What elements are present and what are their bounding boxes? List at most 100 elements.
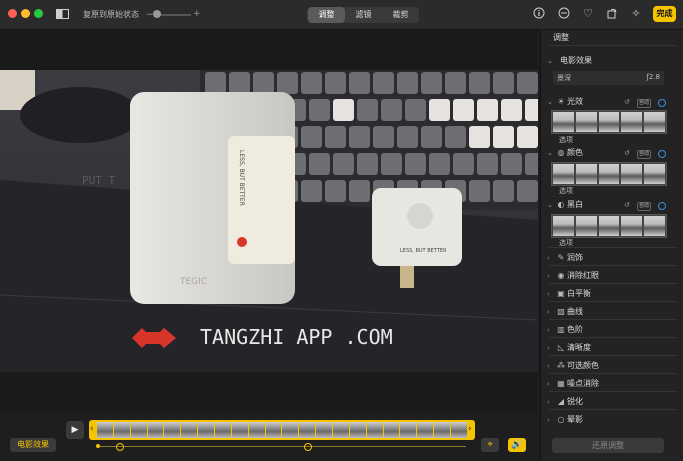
minimize-window-button[interactable] (21, 9, 30, 18)
zoom-in-icon[interactable]: + (193, 9, 201, 19)
tool-label: 曲线 (567, 307, 583, 316)
tool-row[interactable]: › ◺ 清晰度 (547, 339, 678, 356)
photo-image: PUT T LESS, BUT BETTER TEGIC LESS, BUT B… (0, 70, 538, 372)
keyboard-key (445, 72, 466, 94)
filmstrip-frame (333, 422, 349, 438)
filmstrip-frame (400, 422, 417, 438)
divider (549, 337, 677, 338)
playback-bar: ▶ ‹ › 电影效果 ⌖ 🔊 (0, 411, 538, 461)
filmstrip-frame (434, 422, 451, 438)
focus-point[interactable] (304, 443, 312, 451)
depth-of-field-slider[interactable]: 景深 ƒ2.8 (553, 71, 664, 85)
focus-timeline[interactable] (98, 446, 466, 447)
noise-reduction-icon: ▦ (557, 379, 565, 388)
keyboard-key (429, 153, 450, 175)
close-window-button[interactable] (8, 9, 17, 18)
device-label-2: LESS, BUT BETTER (400, 248, 447, 254)
tool-label: 色阶 (567, 325, 583, 334)
auto-badge[interactable]: 自动 (637, 150, 652, 159)
tab-filters[interactable]: 滤镜 (345, 7, 382, 23)
undo-icon[interactable]: ↺ (624, 149, 630, 157)
revert-to-original-button[interactable]: 复原到原始状态 (83, 9, 139, 20)
more-icon[interactable] (557, 7, 571, 21)
bw-preview-strip[interactable] (551, 214, 667, 238)
cinematic-section-label: 电影效果 (560, 56, 592, 65)
watermark-text: TANGZHI APP .COM (200, 325, 393, 349)
tool-row[interactable]: › ⁂ 可选颜色 (547, 357, 678, 374)
auto-badge[interactable]: 自动 (637, 202, 652, 211)
keyboard-key (349, 126, 370, 148)
device-brand: TEGIC (179, 277, 207, 287)
keyboard-key (301, 126, 322, 148)
keyboard-key (301, 72, 322, 94)
auto-enhance-icon[interactable]: ✧ (629, 7, 643, 21)
keyboard-key (477, 153, 498, 175)
zoom-slider-knob[interactable] (153, 10, 161, 18)
cinematic-toggle-button[interactable]: 电影效果 (10, 438, 56, 452)
mat-print: PUT T (82, 174, 115, 187)
filmstrip-frame (417, 422, 434, 438)
divider (549, 409, 677, 410)
keyboard-key (405, 99, 426, 121)
color-preview-strip[interactable] (551, 162, 667, 186)
undo-icon[interactable]: ↺ (624, 201, 630, 209)
color-wheel-icon: ◍ (557, 148, 565, 157)
tool-label: 消除红眼 (567, 271, 599, 280)
divider (549, 283, 677, 284)
info-icon[interactable] (532, 7, 546, 21)
enable-toggle[interactable] (658, 99, 666, 107)
filmstrip-frame (231, 422, 248, 438)
favorite-icon[interactable]: ♡ (581, 7, 595, 21)
tool-row[interactable]: › ◢ 锐化 (547, 393, 678, 410)
tool-row[interactable]: › ▧ 曲线 (547, 303, 678, 320)
tool-row[interactable]: › ○ 晕影 (547, 411, 678, 428)
adjust-sidebar: 调整 ⌄ 电影效果 景深 ƒ2.8 ⌄ ☀ 光效 ↺ 自动 选项 ⌄ ◍ 颜色 ↺ 自动 … (540, 30, 683, 461)
tool-label: 白平衡 (567, 289, 591, 298)
photo-canvas[interactable]: PUT T LESS, BUT BETTER TEGIC LESS, BUT B… (0, 70, 538, 372)
enable-toggle[interactable] (658, 202, 666, 210)
depth-label: 景深 (557, 74, 571, 82)
tab-adjust[interactable]: 调整 (308, 7, 345, 23)
reset-adjustments-button[interactable]: 还原调整 (552, 438, 664, 453)
keyboard-key (333, 99, 354, 121)
tool-row[interactable]: › ▥ 色阶 (547, 321, 678, 338)
focus-target-icon[interactable]: ⌖ (481, 438, 499, 452)
keyboard-key (445, 126, 466, 148)
aperture-value: ƒ2.8 (646, 73, 660, 81)
tool-row[interactable]: › ▦ 噪点消除 (547, 375, 678, 392)
white-balance-icon: ▣ (557, 289, 565, 298)
video-filmstrip[interactable]: ‹ › (89, 420, 475, 440)
keyboard-key (229, 72, 250, 94)
compare-icon[interactable] (56, 9, 69, 19)
play-button[interactable]: ▶ (66, 421, 84, 439)
sharpen-icon: ◢ (557, 397, 565, 406)
zoom-window-button[interactable] (34, 9, 43, 18)
filmstrip-frame (97, 422, 113, 438)
filmstrip-frame (451, 422, 467, 438)
keyboard-key (373, 72, 394, 94)
divider (549, 391, 677, 392)
divider (549, 247, 677, 248)
light-preview-strip[interactable] (551, 110, 667, 134)
rotate-icon[interactable] (605, 7, 619, 21)
filmstrip-frame (181, 422, 198, 438)
cinematic-section-header[interactable]: ⌄ 电影效果 (547, 52, 678, 69)
divider (549, 265, 677, 266)
trim-end-handle[interactable]: › (468, 424, 472, 434)
retouch-icon: ✎ (557, 253, 565, 262)
volume-icon[interactable]: 🔊 (508, 438, 526, 452)
tool-row[interactable]: › ◉ 消除红眼 (547, 267, 678, 284)
options-link[interactable]: 选项 (559, 186, 573, 196)
focus-point-start[interactable] (96, 444, 100, 448)
enable-toggle[interactable] (658, 150, 666, 158)
done-button[interactable]: 完成 (653, 6, 676, 22)
definition-icon: ◺ (557, 343, 565, 352)
keyboard-key (429, 99, 450, 121)
focus-point[interactable] (116, 443, 124, 451)
trim-start-handle[interactable]: ‹ (90, 424, 94, 434)
tool-row[interactable]: › ▣ 白平衡 (547, 285, 678, 302)
undo-icon[interactable]: ↺ (624, 98, 630, 106)
auto-badge[interactable]: 自动 (637, 99, 652, 108)
tab-crop[interactable]: 裁剪 (382, 7, 419, 23)
tool-row[interactable]: › ✎ 润饰 (547, 249, 678, 266)
